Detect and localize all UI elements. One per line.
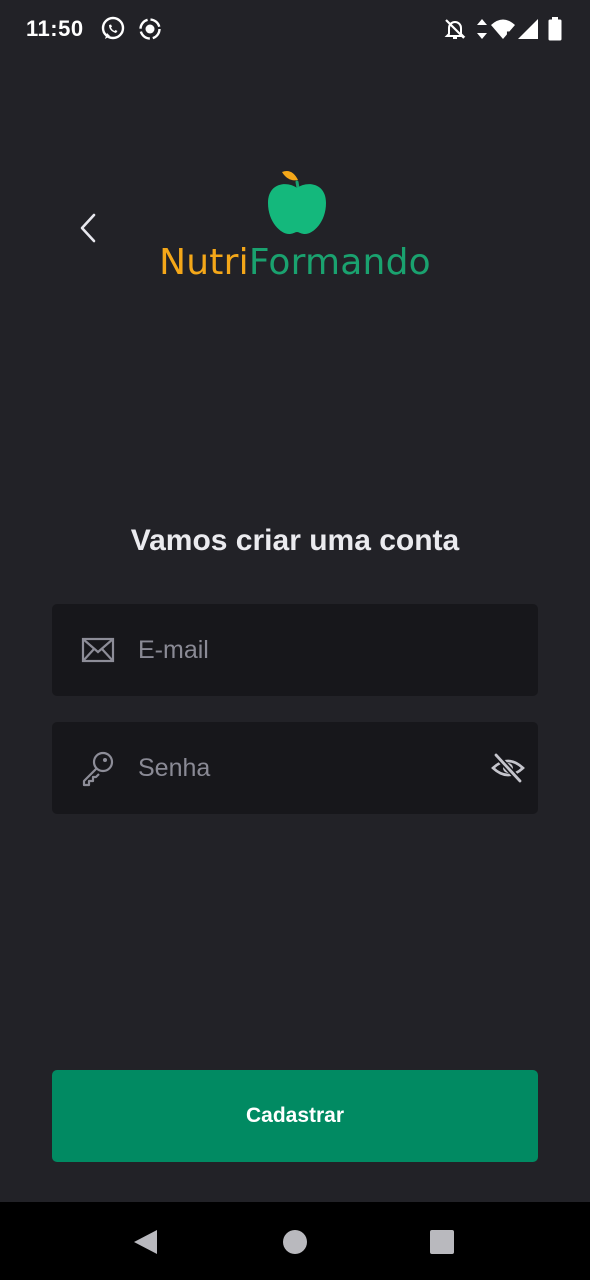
brand-name-part1: Nutri [159, 242, 249, 283]
brand-name: NutriFormando [150, 242, 440, 283]
status-bar: 11:50 5 [0, 0, 590, 60]
svg-text:5: 5 [506, 31, 512, 41]
whatsapp-icon [101, 16, 125, 40]
eye-off-icon[interactable] [490, 750, 526, 786]
data-arrows-icon [477, 19, 487, 39]
brand-name-part2: Formando [248, 242, 431, 283]
signal-icon [518, 19, 538, 39]
status-time: 11:50 [26, 16, 84, 41]
chevron-left-icon [80, 213, 96, 243]
envelope-icon [81, 637, 115, 663]
page-title: Vamos criar uma conta [130, 524, 460, 557]
email-input[interactable] [138, 604, 478, 696]
wifi-icon: 5 [491, 19, 515, 41]
battery-icon [548, 17, 562, 41]
password-field[interactable] [52, 722, 538, 814]
apple-icon [268, 171, 326, 235]
password-input[interactable] [138, 722, 478, 814]
key-icon [82, 751, 114, 787]
signup-button[interactable]: Cadastrar [52, 1070, 538, 1162]
app-logo: NutriFormando [150, 168, 440, 288]
signup-screen: 11:50 5 NutriFormando Vamos criar uma co… [0, 0, 590, 1280]
recents-square-icon[interactable] [422, 1222, 462, 1262]
back-triangle-icon[interactable] [126, 1222, 166, 1262]
home-circle-icon[interactable] [275, 1222, 315, 1262]
back-button[interactable] [66, 206, 110, 250]
notifications-off-icon [444, 19, 466, 39]
system-nav-bar [0, 1202, 590, 1280]
email-field[interactable] [52, 604, 538, 696]
screen-record-icon [139, 18, 161, 40]
